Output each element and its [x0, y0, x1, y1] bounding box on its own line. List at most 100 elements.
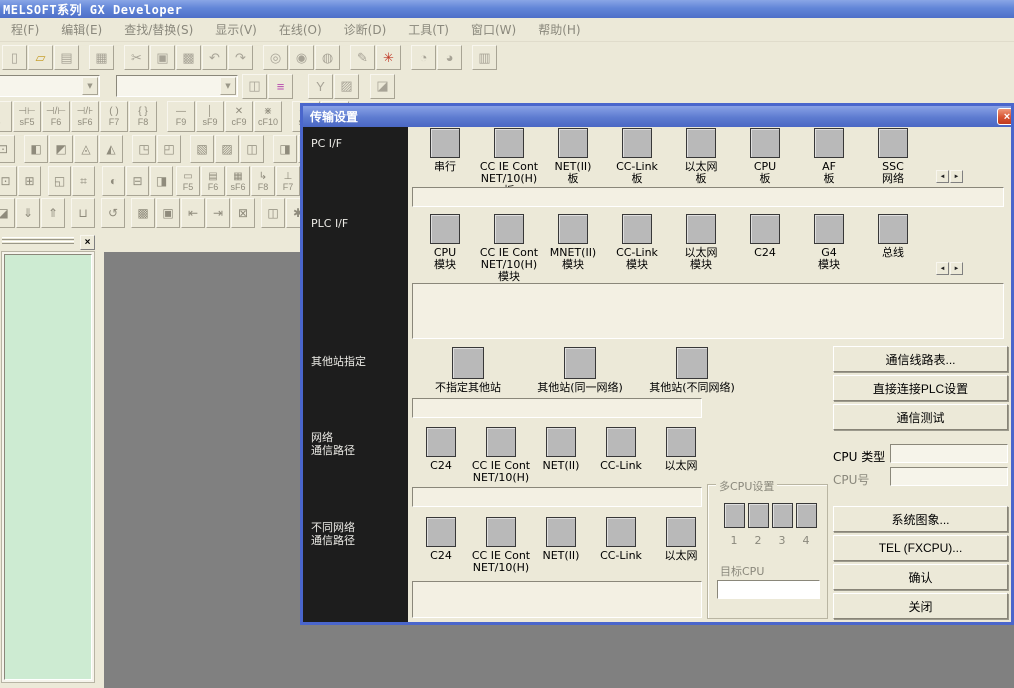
toolbar-button[interactable]: ⇓ — [16, 198, 40, 228]
toolbar-button[interactable]: ▩ — [131, 198, 155, 228]
toolbar-button[interactable]: ◧ — [24, 135, 48, 163]
program-select-combo[interactable]: ▼ — [0, 75, 100, 97]
menu-item[interactable]: 显示(V) — [204, 21, 268, 38]
toolbar-button[interactable]: ◨ — [150, 166, 173, 196]
toolbar-button[interactable]: ▣ — [150, 45, 175, 70]
toolbar-button[interactable]: ▩ — [176, 45, 201, 70]
sfc-symbol-button[interactable]: ▦ sF6 — [226, 166, 250, 196]
chevron-down-icon[interactable]: ▼ — [220, 77, 236, 95]
toolbar-button[interactable]: ▱ — [28, 45, 53, 70]
ladder-symbol-button[interactable]: ⊦ 5 — [0, 101, 12, 132]
toolbar-button[interactable]: ⇤ — [181, 198, 205, 228]
toolbar-button[interactable]: ⌗ — [72, 166, 95, 196]
toolbar-button[interactable]: ⊞ — [18, 166, 41, 196]
toolbar-button[interactable]: ◔ — [411, 45, 436, 70]
device-button[interactable]: CC IE Cont NET/10(H) 模块 — [477, 214, 541, 283]
toolbar-button[interactable]: ◫ — [240, 135, 264, 163]
device-button[interactable]: 其他站(同一网络) — [524, 347, 636, 394]
toolbar-button[interactable]: Y — [308, 74, 333, 99]
toolbar-button[interactable]: ≡ — [268, 74, 293, 99]
menu-item[interactable]: 程(F) — [0, 21, 50, 38]
device-button[interactable]: 其他站(不同网络) — [636, 347, 748, 394]
sfc-symbol-button[interactable]: ▤ F6 — [201, 166, 225, 196]
menu-item[interactable]: 诊断(D) — [333, 21, 398, 38]
toolbar-button[interactable]: ◐ — [102, 166, 125, 196]
project-list-panel[interactable] — [4, 254, 92, 680]
scroll-right-icon[interactable]: ► — [950, 170, 963, 183]
device-button[interactable]: 以太网 — [651, 427, 711, 484]
direct-plc-setting-button[interactable]: 直接连接PLC设置 — [833, 375, 1008, 401]
toolbar-button[interactable]: ◎ — [263, 45, 288, 70]
sfc-symbol-button[interactable]: ⊥ F7 — [276, 166, 300, 196]
toolbar-button[interactable]: ◳ — [132, 135, 156, 163]
target-cpu-field[interactable] — [717, 580, 820, 599]
toolbar-button[interactable]: ◍ — [315, 45, 340, 70]
toolbar-button[interactable]: ◪ — [370, 74, 395, 99]
toolbar-button[interactable]: ◬ — [74, 135, 98, 163]
toolbar-button[interactable]: ⊟ — [126, 166, 149, 196]
tel-fxcpu-button[interactable]: TEL (FXCPU)... — [833, 535, 1008, 561]
device-button[interactable]: NET(II) — [531, 427, 591, 484]
menu-item[interactable]: 帮助(H) — [527, 21, 591, 38]
close-button[interactable]: 关闭 — [833, 593, 1008, 619]
dock-grip[interactable] — [2, 241, 74, 244]
toolbar-button[interactable]: ↷ — [228, 45, 253, 70]
close-icon[interactable]: × — [997, 108, 1011, 125]
device-button[interactable]: MNET(II) 模块 — [541, 214, 605, 283]
menu-item[interactable]: 编辑(E) — [50, 21, 113, 38]
toolbar-button[interactable]: ↺ — [101, 198, 125, 228]
device-button[interactable]: CC IE Cont NET/10(H) — [471, 427, 531, 484]
device-button[interactable]: C24 — [733, 214, 797, 283]
cpu-slot-button[interactable] — [796, 503, 817, 528]
confirm-button[interactable]: 确认 — [833, 564, 1008, 590]
toolbar-button[interactable]: ⊡ — [0, 135, 15, 163]
ladder-symbol-button[interactable]: ⊣/⊢ F6 — [42, 101, 70, 132]
scroll-left-icon[interactable]: ◄ — [936, 262, 949, 275]
toolbar-button[interactable]: ◪ — [0, 198, 15, 228]
cpu-slot-button[interactable] — [748, 503, 769, 528]
ladder-symbol-button[interactable]: ✕ cF9 — [225, 101, 253, 132]
device-button[interactable]: 不指定其他站 — [412, 347, 524, 394]
device-button[interactable]: 以太网 — [651, 517, 711, 574]
toolbar-button[interactable]: ◉ — [289, 45, 314, 70]
chevron-down-icon[interactable]: ▼ — [82, 77, 98, 95]
comm-line-list-button[interactable]: 通信线路表... — [833, 346, 1008, 372]
toolbar-button[interactable]: ▤ — [54, 45, 79, 70]
device-button[interactable]: CC-Link 模块 — [605, 214, 669, 283]
device-button[interactable]: C24 — [411, 427, 471, 484]
toolbar-button[interactable]: ◰ — [157, 135, 181, 163]
ladder-symbol-button[interactable]: — F9 — [167, 101, 195, 132]
sfc-symbol-button[interactable]: ▭ F5 — [176, 166, 200, 196]
ladder-symbol-button[interactable]: ⋇ cF10 — [254, 101, 282, 132]
toolbar-button[interactable]: ✳ — [376, 45, 401, 70]
close-icon[interactable]: × — [80, 235, 95, 250]
device-button[interactable]: NET(II) — [531, 517, 591, 574]
menu-item[interactable]: 在线(O) — [268, 21, 333, 38]
toolbar-button[interactable]: ⊠ — [231, 198, 255, 228]
toolbar-button[interactable]: ⇥ — [206, 198, 230, 228]
menu-item[interactable]: 窗口(W) — [460, 21, 527, 38]
ladder-symbol-button[interactable]: ⊣⊢ sF5 — [13, 101, 41, 132]
toolbar-button[interactable]: ◭ — [99, 135, 123, 163]
cpu-slot-button[interactable] — [724, 503, 745, 528]
dock-grip[interactable] — [2, 237, 74, 240]
scroll-right-icon[interactable]: ► — [950, 262, 963, 275]
cpu-slot-button[interactable] — [772, 503, 793, 528]
device-button[interactable]: C24 — [411, 517, 471, 574]
device-button[interactable]: CPU 模块 — [413, 214, 477, 283]
scroll-left-icon[interactable]: ◄ — [936, 170, 949, 183]
toolbar-button[interactable]: ▦ — [89, 45, 114, 70]
device-button[interactable]: CC-Link — [591, 517, 651, 574]
toolbar-button[interactable]: ◨ — [273, 135, 297, 163]
toolbar-button[interactable]: ⇑ — [41, 198, 65, 228]
toolbar-button[interactable]: ▥ — [472, 45, 497, 70]
toolbar-button[interactable]: ▯ — [2, 45, 27, 70]
toolbar-button[interactable]: ↶ — [202, 45, 227, 70]
menu-item[interactable]: 工具(T) — [397, 21, 460, 38]
toolbar-button[interactable]: ✎ — [350, 45, 375, 70]
device-button[interactable]: CC-Link — [591, 427, 651, 484]
comm-test-button[interactable]: 通信测试 — [833, 404, 1008, 430]
toolbar-button[interactable]: ▨ — [334, 74, 359, 99]
toolbar-button[interactable]: ▨ — [215, 135, 239, 163]
device-button[interactable]: 总线 — [861, 214, 925, 283]
